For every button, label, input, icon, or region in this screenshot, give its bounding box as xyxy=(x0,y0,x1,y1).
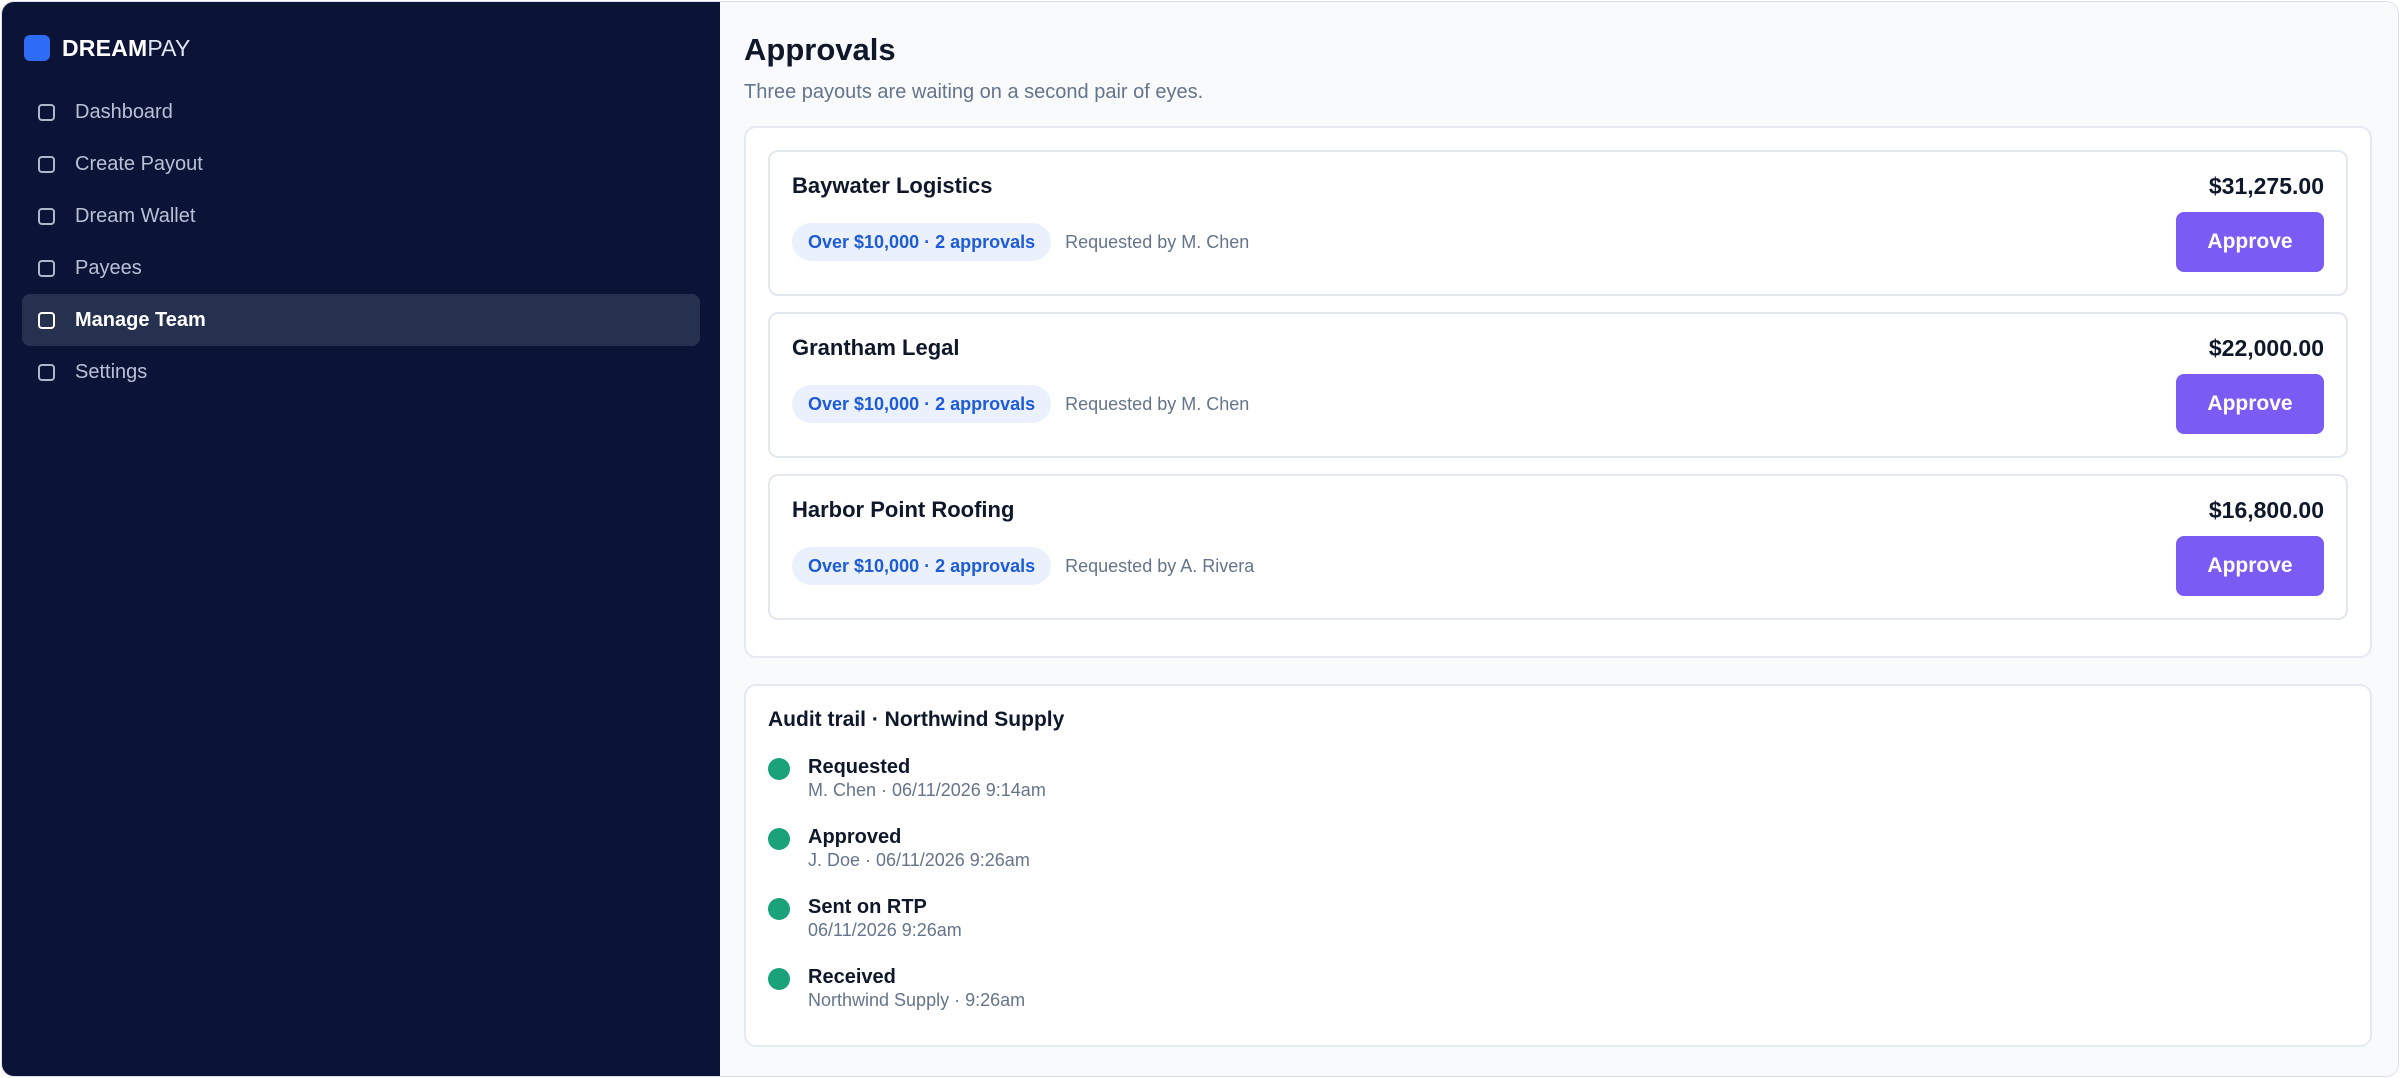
brand-logo[interactable]: DREAMPAY xyxy=(24,32,700,64)
status-dot-icon xyxy=(768,968,790,990)
event-detail: M. Chen · 06/11/2026 9:14am xyxy=(808,780,1046,800)
payee-name: Grantham Legal xyxy=(792,335,960,360)
page-title: Approvals xyxy=(744,32,896,67)
payout-amount: $22,000.00 xyxy=(2208,334,2324,361)
brand-name: DREAMPAY xyxy=(62,35,191,62)
approval-rule-badge: Over $10,000 · 2 approvals xyxy=(792,223,1052,261)
requested-by: Requested by M. Chen xyxy=(1065,231,1250,252)
main-content: Approvals Three payouts are waiting on a… xyxy=(720,2,2398,1076)
event-detail: Northwind Supply · 9:26am xyxy=(808,990,1026,1010)
sidebar-item-dream-wallet[interactable]: Dream Wallet xyxy=(22,190,700,242)
sidebar-item-label: Dream Wallet xyxy=(75,204,196,227)
event-title: Sent on RTP xyxy=(808,896,927,918)
approval-rule-badge: Over $10,000 · 2 approvals xyxy=(792,385,1052,423)
approve-button[interactable]: Approve xyxy=(2176,374,2324,434)
square-icon xyxy=(38,207,55,225)
audit-trail-panel: Audit trail · Northwind Supply Requested… xyxy=(744,684,2372,1047)
payee-name: Harbor Point Roofing xyxy=(792,497,1015,522)
sidebar-item-settings[interactable]: Settings xyxy=(22,346,700,398)
timeline-event: Requested M. Chen · 06/11/2026 9:14am xyxy=(768,756,2348,826)
event-title: Requested xyxy=(808,756,911,778)
square-icon xyxy=(38,363,55,381)
event-detail: J. Doe · 06/11/2026 9:26am xyxy=(808,850,1030,870)
sidebar-item-create-payout[interactable]: Create Payout xyxy=(22,138,700,190)
approve-button[interactable]: Approve xyxy=(2176,536,2324,596)
sidebar-nav: Dashboard Create Payout Dream Wallet Pay… xyxy=(22,86,700,398)
approval-card: Harbor Point Roofing $16,800.00 Over $10… xyxy=(768,474,2348,620)
square-icon xyxy=(38,103,55,121)
sidebar-item-payees[interactable]: Payees xyxy=(22,242,700,294)
square-icon xyxy=(38,259,55,277)
approve-button[interactable]: Approve xyxy=(2176,212,2324,272)
payout-amount: $16,800.00 xyxy=(2208,496,2324,523)
requested-by: Requested by A. Rivera xyxy=(1065,555,1255,576)
approval-card: Grantham Legal $22,000.00 Over $10,000 ·… xyxy=(768,312,2348,458)
payout-amount: $31,275.00 xyxy=(2208,172,2324,199)
page-subtitle: Three payouts are waiting on a second pa… xyxy=(744,81,1204,103)
app-window: DREAMPAY Dashboard Create Payout Dream W… xyxy=(2,2,2398,1076)
square-icon xyxy=(38,311,55,329)
requested-by: Requested by M. Chen xyxy=(1065,393,1250,414)
sidebar-item-manage-team[interactable]: Manage Team xyxy=(22,294,700,346)
status-dot-icon xyxy=(768,898,790,920)
payee-name: Baywater Logistics xyxy=(792,173,993,198)
approvals-panel: Baywater Logistics $31,275.00 Over $10,0… xyxy=(744,126,2372,658)
approval-rule-badge: Over $10,000 · 2 approvals xyxy=(792,547,1052,585)
approval-card: Baywater Logistics $31,275.00 Over $10,0… xyxy=(768,150,2348,296)
event-title: Approved xyxy=(808,826,902,848)
timeline-event: Approved J. Doe · 06/11/2026 9:26am xyxy=(768,826,2348,896)
brand-name-bold: DREAM xyxy=(62,34,148,61)
sidebar-item-label: Payees xyxy=(75,256,142,279)
sidebar-item-label: Dashboard xyxy=(75,100,173,123)
event-detail: 06/11/2026 9:26am xyxy=(808,920,962,940)
audit-trail-title: Audit trail · Northwind Supply xyxy=(768,708,1065,731)
sidebar-item-label: Create Payout xyxy=(75,152,203,175)
sidebar-item-dashboard[interactable]: Dashboard xyxy=(22,86,700,138)
status-dot-icon xyxy=(768,758,790,780)
brand-mark-icon xyxy=(24,35,50,61)
sidebar-item-label: Settings xyxy=(75,360,148,383)
sidebar: DREAMPAY Dashboard Create Payout Dream W… xyxy=(2,2,720,1076)
brand-name-light: PAY xyxy=(147,34,191,61)
square-icon xyxy=(38,155,55,173)
timeline-event: Sent on RTP 06/11/2026 9:26am xyxy=(768,896,2348,966)
event-title: Received xyxy=(808,966,896,988)
timeline-event: Received Northwind Supply · 9:26am xyxy=(768,966,2348,1036)
sidebar-item-label: Manage Team xyxy=(75,308,206,331)
status-dot-icon xyxy=(768,828,790,850)
audit-timeline: Requested M. Chen · 06/11/2026 9:14am Ap… xyxy=(768,756,2348,1036)
